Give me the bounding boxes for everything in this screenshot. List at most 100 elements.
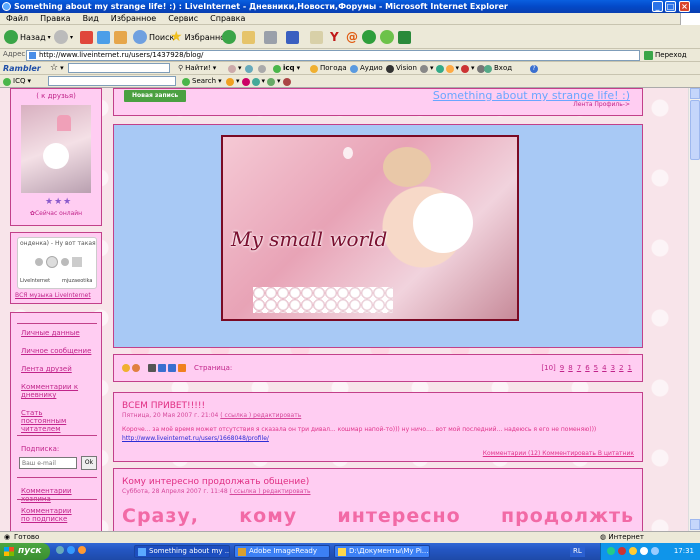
rambler-favorites-button[interactable]: ☆ ▾ [50,63,64,74]
icq-button[interactable]: ICQ ▾ [3,76,31,87]
go-button[interactable]: Переход [644,50,687,61]
audio-button[interactable]: Аудио [350,63,383,74]
task-explorer[interactable]: D:\Документы\My Pi... [334,545,430,558]
volume-tray-icon[interactable] [640,547,648,555]
page-link[interactable]: 6 [585,364,589,372]
volume-icon[interactable] [71,257,82,267]
sidebar-link-subscribe[interactable]: Стать постоянным читателем [11,409,81,433]
home-button[interactable] [114,29,127,45]
edit-button[interactable] [286,29,299,45]
rambler-tool-icon[interactable]: ▾ [228,63,242,74]
mood-icon[interactable] [132,364,140,372]
post-title[interactable]: Кому интересно продолжать общение) [122,477,309,487]
new-post-button[interactable]: Новая запись [124,90,187,102]
page-link[interactable]: 2 [619,364,623,372]
post-meta-links[interactable]: ( ссылка ) редактировать [230,488,311,495]
print-button[interactable] [264,29,277,45]
sidebar-link-comments[interactable]: Комментарии к дневнику [11,383,81,399]
icq-tools[interactable]: ▾ ▾ ▾ [226,76,291,87]
search-button[interactable]: Поиск [133,29,174,45]
post-title[interactable]: ВСЕМ ПРИВЕТ!!!!! [122,401,205,411]
page-link[interactable]: 3 [611,364,615,372]
rambler-nav-icon[interactable] [245,63,253,74]
maximize-button[interactable]: □ [665,1,676,12]
menu-tools[interactable]: Сервис [162,13,204,25]
rss-icon[interactable] [178,364,186,372]
mail-at-button[interactable]: @ [346,29,358,45]
language-indicator[interactable]: RL [570,546,585,557]
scroll-up-icon[interactable] [690,88,700,99]
ie-quick-icon[interactable] [67,546,75,554]
history-button[interactable] [222,29,236,45]
sidebar-link-personal[interactable]: Личные данные [11,329,101,337]
mail-page-icon[interactable] [158,364,166,372]
menu-favorites[interactable]: Избранное [105,13,162,25]
forward-button[interactable]: ▾ [54,29,73,45]
weather-button[interactable]: Погода [310,63,347,74]
menu-edit[interactable]: Правка [34,13,76,25]
rambler-icq-button[interactable]: icq ▾ [273,63,300,74]
next-icon[interactable] [60,258,69,266]
scroll-down-icon[interactable] [690,519,700,530]
clock[interactable]: 17:31 [674,543,694,560]
media-icon[interactable] [78,546,86,554]
vision-button[interactable]: Vision [386,63,417,74]
profile-links[interactable]: Лента Профиль-> [573,101,630,108]
sidebar-link-subscription-comments[interactable]: Комментарии по подписке [11,507,81,523]
icq-search-button[interactable]: Search ▾ [182,76,222,87]
refresh-button[interactable] [97,29,110,45]
favorites-button[interactable]: ★ Избранное [170,29,230,45]
smile-icon[interactable] [122,364,130,372]
page-link[interactable]: 4 [602,364,606,372]
plugin-button[interactable] [398,29,411,45]
menu-help[interactable]: Справка [204,13,251,25]
start-button[interactable]: пуск [0,543,50,560]
stop-button[interactable] [80,29,93,45]
rambler-print-icon[interactable] [258,63,266,74]
friends-link[interactable]: ( к друзья) [11,92,101,100]
save-page-icon[interactable] [168,364,176,372]
rambler-logo[interactable]: Rambler [3,63,41,74]
yahoo-button[interactable]: Y [330,29,339,45]
close-button[interactable]: × [679,1,690,12]
scrollbar-thumb[interactable] [690,100,700,160]
antivirus-tray-icon[interactable] [618,547,626,555]
page-link[interactable]: 5 [594,364,598,372]
sidebar-link-owner-comments[interactable]: Комментарии хозяина [11,487,101,503]
messenger-button[interactable] [362,29,376,45]
all-music-link[interactable]: ВСЯ музыка LiveInternet [15,292,91,299]
icq-flower-button[interactable] [380,29,394,45]
help-button[interactable]: ? [530,63,538,74]
network-tray-icon[interactable] [629,547,637,555]
prev-icon[interactable] [34,258,43,266]
minimize-button[interactable]: _ [652,1,663,12]
post-meta-links[interactable]: ( ссылка ) редактировать [220,412,301,419]
menu-file[interactable]: Файл [0,13,34,25]
display-tray-icon[interactable] [651,547,659,555]
player-controls[interactable] [24,254,92,270]
subscribe-email-input[interactable] [19,457,77,469]
rambler-extra-icons[interactable]: ▾ ▾ ▾ [420,63,485,74]
post-footer-links[interactable]: Комментарии (12) Комментировать В цитатн… [483,450,634,457]
page-link[interactable]: [10] [541,364,555,372]
task-ie-window[interactable]: Something about my ... [134,545,230,558]
avatar[interactable] [21,105,91,193]
play-icon[interactable] [45,256,58,268]
page-link[interactable]: 9 [560,364,564,372]
icq-tray-icon[interactable] [607,547,615,555]
vertical-scrollbar[interactable] [688,88,700,531]
rambler-find-button[interactable]: ⚲ Найти! ▾ [178,63,216,74]
sidebar-link-friends-feed[interactable]: Лента друзей [11,365,101,373]
task-imageready[interactable]: Adobe ImageReady [234,545,330,558]
address-input[interactable]: http://www.liveinternet.ru/users/1437928… [26,50,640,61]
page-link[interactable]: 8 [568,364,572,372]
sidebar-link-message[interactable]: Личное сообщение [11,347,101,355]
back-button[interactable]: Назад ▾ [4,29,51,45]
menu-view[interactable]: Вид [77,13,105,25]
page-link[interactable]: 7 [577,364,581,372]
mail-button[interactable] [242,29,255,45]
music-player[interactable]: онденка) - Ну вот такая псо LiveInternet… [17,237,97,289]
subscribe-ok-button[interactable]: Ok [81,456,97,470]
rambler-search-input[interactable] [68,63,170,73]
login-button[interactable]: Вход [484,63,512,74]
